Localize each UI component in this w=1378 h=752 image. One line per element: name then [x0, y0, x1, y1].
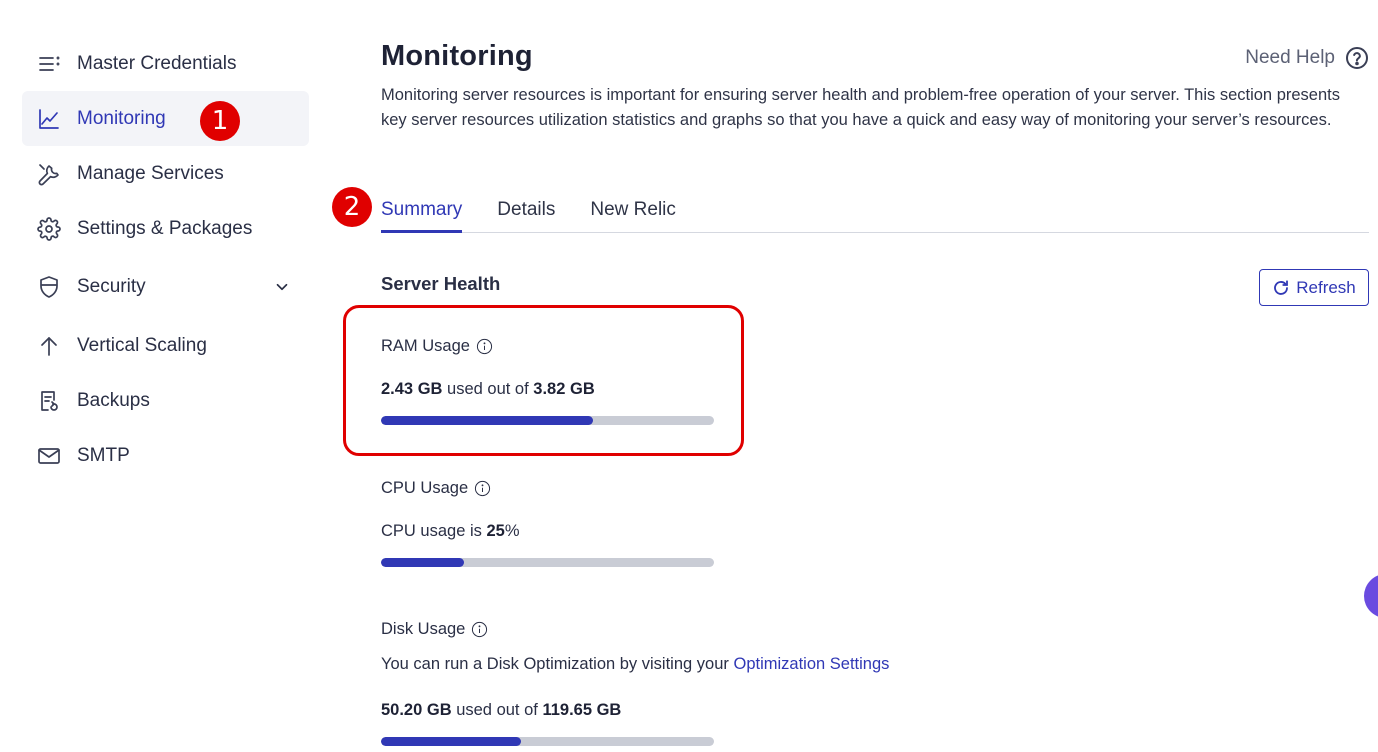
cpu-usage-suffix: % — [504, 522, 520, 540]
sidebar-item-label: Settings & Packages — [77, 217, 253, 239]
tab-details[interactable]: Details — [497, 195, 555, 233]
cpu-usage-label: CPU Usage — [381, 479, 469, 497]
disk-used-connector: used out of — [451, 701, 543, 719]
refresh-icon — [1274, 279, 1289, 295]
sidebar-item-backups[interactable]: Backups — [22, 373, 309, 428]
tab-bar: Summary Details New Relic — [381, 195, 1369, 233]
wrench-icon — [36, 161, 62, 187]
cpu-usage-value: 25 — [486, 522, 505, 540]
sidebar-item-master-credentials[interactable]: Master Credentials — [22, 36, 309, 91]
step-marker-1: 1 — [200, 101, 240, 141]
disk-hint-text: You can run a Disk Optimization by visit… — [381, 655, 734, 673]
disk-usage-text: 50.20 GB used out of 119.65 GB — [381, 701, 621, 720]
mail-icon — [36, 443, 62, 469]
list-icon — [36, 51, 62, 77]
cpu-usage-text: CPU usage is 25% — [381, 522, 520, 541]
sidebar-item-smtp[interactable]: SMTP — [22, 428, 309, 483]
sidebar-item-label: Security — [77, 276, 146, 297]
chevron-down-icon[interactable] — [273, 278, 291, 296]
disk-usage-title: Disk Usage — [381, 620, 488, 639]
refresh-button[interactable]: Refresh — [1259, 269, 1369, 306]
tab-new-relic[interactable]: New Relic — [590, 195, 676, 233]
optimization-settings-link[interactable]: Optimization Settings — [733, 655, 889, 673]
question-circle-icon — [1345, 46, 1369, 70]
sidebar-item-label: SMTP — [77, 444, 130, 466]
info-icon[interactable] — [474, 480, 491, 497]
main-content: Monitoring Need Help Monitoring server r… — [381, 40, 1369, 746]
sidebar: Master Credentials Monitoring Manage Ser… — [22, 36, 309, 483]
sidebar-item-manage-services[interactable]: Manage Services — [22, 146, 309, 201]
page-title: Monitoring — [381, 40, 533, 72]
chart-line-icon — [36, 106, 62, 132]
backup-icon — [36, 388, 62, 414]
gear-icon — [36, 216, 62, 242]
server-health-title: Server Health — [381, 273, 501, 294]
need-help-label: Need Help — [1245, 47, 1335, 68]
cpu-usage-bar — [381, 558, 714, 567]
page-description: Monitoring server resources is important… — [381, 86, 1340, 129]
tab-summary[interactable]: Summary — [381, 195, 463, 233]
cpu-usage-title: CPU Usage — [381, 479, 491, 498]
sidebar-item-monitoring[interactable]: Monitoring — [22, 91, 309, 146]
disk-total-value: 119.65 GB — [542, 701, 622, 719]
sidebar-item-label: Master Credentials — [77, 52, 237, 74]
disk-usage-bar-fill — [381, 737, 521, 746]
disk-used-value: 50.20 GB — [381, 701, 452, 719]
refresh-label: Refresh — [1296, 277, 1356, 297]
sidebar-item-label: Manage Services — [77, 162, 224, 184]
chat-widget-button[interactable] — [1364, 574, 1378, 618]
sidebar-item-security[interactable]: Security — [22, 256, 309, 318]
sidebar-item-label: Vertical Scaling — [77, 334, 207, 356]
step-marker-2: 2 — [332, 187, 372, 227]
sidebar-item-label: Backups — [77, 389, 150, 411]
sidebar-item-vertical-scaling[interactable]: Vertical Scaling — [22, 318, 309, 373]
shield-icon — [36, 274, 62, 300]
arrow-up-icon — [36, 333, 62, 359]
disk-optimization-hint: You can run a Disk Optimization by visit… — [381, 655, 889, 674]
disk-usage-label: Disk Usage — [381, 620, 466, 638]
info-icon[interactable] — [471, 621, 488, 638]
ram-highlight-box — [343, 305, 744, 456]
cpu-usage-bar-fill — [381, 558, 465, 567]
sidebar-item-label: Monitoring — [77, 107, 166, 129]
sidebar-item-settings-packages[interactable]: Settings & Packages — [22, 201, 309, 256]
cpu-usage-prefix: CPU usage is — [381, 522, 487, 540]
disk-usage-bar — [381, 737, 714, 746]
need-help-link[interactable]: Need Help — [1245, 46, 1369, 70]
